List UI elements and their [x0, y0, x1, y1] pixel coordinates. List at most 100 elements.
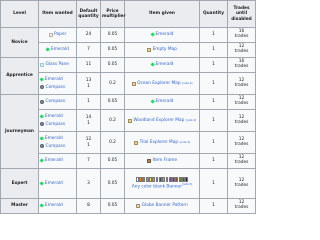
- price-multiplier-cell: 0.05: [100, 42, 125, 58]
- table-row: Emerald Compass 12 1 0.2 Trial Explorer M…: [1, 131, 256, 154]
- compass-link[interactable]: Compass: [46, 85, 66, 90]
- trades-word: trades: [234, 160, 249, 165]
- item-given-cell: Ocean Explorer Map [note 4]: [124, 72, 200, 95]
- globe-banner-pattern-link[interactable]: Globe Banner Pattern: [142, 203, 188, 208]
- emerald-link[interactable]: Emerald: [45, 181, 63, 186]
- compass-icon: [40, 122, 44, 127]
- item-wanted-cell: Emerald Compass: [38, 109, 77, 132]
- any-color-blank-banner-link[interactable]: Any color blank Banner: [132, 185, 182, 190]
- banner-icon: [185, 177, 189, 183]
- level-novice: Novice: [0, 27, 39, 58]
- emerald-link[interactable]: Emerald: [45, 114, 63, 119]
- emerald-link[interactable]: Emerald: [45, 203, 63, 208]
- ocean-explorer-map-link[interactable]: Ocean Explorer Map: [137, 81, 180, 86]
- quantity-compass: 1: [87, 120, 90, 126]
- map-icon: [147, 48, 152, 52]
- quantity-cell: 1: [199, 109, 228, 132]
- banner-icon: [142, 177, 146, 183]
- note-reference[interactable]: [note 5]: [182, 183, 192, 186]
- table-row: Expert Emerald 3 0.05 Any color blank Ba…: [0, 168, 256, 199]
- price-multiplier-cell: 0.2: [100, 131, 125, 154]
- default-quantity-cell: 12 1: [76, 131, 101, 154]
- item-given-cell: Emerald: [124, 94, 200, 110]
- default-quantity-cell: 13 1: [76, 72, 101, 95]
- item-given-cell: Empty Map: [124, 42, 200, 58]
- trades-cell: 12 trades: [227, 153, 256, 169]
- emerald-link[interactable]: Emerald: [51, 47, 69, 52]
- price-multiplier-cell: 0.05: [100, 57, 125, 73]
- header-quantity[interactable]: Quantity: [199, 0, 228, 28]
- emerald-icon: [39, 114, 45, 120]
- trades-table: Level Item wanted Default quantity Price…: [0, 0, 256, 214]
- table-row: Emerald Compass 14 1 0.2 Woodland Explore…: [1, 109, 256, 132]
- emerald-link[interactable]: Emerald: [45, 136, 63, 141]
- empty-map-link[interactable]: Empty Map: [153, 47, 177, 52]
- trades-cell: 12 trades: [227, 131, 256, 154]
- table-header-row: Level Item wanted Default quantity Price…: [0, 0, 256, 28]
- quantity-cell: 1: [199, 168, 228, 199]
- item-given-cell: Emerald: [124, 57, 200, 73]
- emerald-icon: [39, 203, 45, 209]
- emerald-link[interactable]: Emerald: [156, 99, 174, 104]
- trades-cell: 12 trades: [227, 198, 256, 214]
- quantity-compass: 1: [87, 83, 90, 89]
- banner-pattern-icon: [136, 204, 141, 208]
- trial-explorer-map-link[interactable]: Trial Explorer Map: [140, 140, 178, 145]
- table-row: Emerald 7 0.05 Empty Map 1 12 trades: [1, 42, 256, 58]
- paper-link[interactable]: Paper: [54, 32, 66, 37]
- trades-cell: 12 trades: [227, 109, 256, 132]
- quantity-cell: 1: [199, 198, 228, 214]
- item-frame-link[interactable]: Item Frame: [152, 158, 177, 163]
- trades-word: trades: [234, 182, 249, 188]
- quantity-cell: 1: [199, 57, 228, 73]
- compass-link[interactable]: Compass: [46, 99, 66, 104]
- trades-cell: 12 trades: [227, 168, 256, 199]
- price-multiplier-cell: 0.05: [100, 168, 125, 199]
- quantity-cell: 1: [199, 27, 228, 43]
- compass-link[interactable]: Compass: [46, 122, 66, 127]
- trades-word: trades: [234, 82, 249, 88]
- emerald-icon: [149, 99, 155, 105]
- header-price-multiplier[interactable]: Price multiplier: [100, 0, 126, 28]
- quantity-cell: 1: [199, 72, 228, 95]
- default-quantity-cell: 11: [76, 57, 101, 73]
- compass-link[interactable]: Compass: [46, 144, 66, 149]
- glass-pane-link[interactable]: Glass Pane: [46, 62, 69, 67]
- item-given-cell: Item Frame: [124, 153, 200, 169]
- emerald-link[interactable]: Emerald: [45, 77, 63, 82]
- compass-icon: [40, 100, 44, 104]
- quantity-cell: 1: [199, 131, 228, 154]
- emerald-icon: [149, 62, 155, 68]
- woodland-explorer-map-icon: [127, 118, 132, 123]
- price-multiplier-cell: 0.2: [100, 109, 125, 132]
- note-reference[interactable]: [note 4]: [186, 119, 196, 122]
- trades-cell: 12 trades: [227, 72, 256, 95]
- default-quantity-cell: 8: [76, 198, 101, 214]
- price-multiplier-cell: 0.05: [100, 27, 125, 43]
- emerald-icon: [39, 77, 45, 83]
- price-multiplier-cell: 0.05: [100, 198, 125, 214]
- trades-cell: 16 trades: [227, 27, 256, 43]
- header-default-quantity[interactable]: Default quantity: [76, 0, 101, 28]
- emerald-icon: [45, 47, 51, 53]
- trades-word: trades: [234, 141, 249, 147]
- header-item-wanted[interactable]: Item wanted: [38, 0, 77, 28]
- emerald-link[interactable]: Emerald: [45, 158, 63, 163]
- item-frame-icon: [146, 159, 151, 163]
- item-wanted-cell: Emerald: [38, 168, 77, 199]
- banner-icon: [175, 177, 179, 183]
- header-trades-until-disabled[interactable]: Trades until disabled: [227, 0, 256, 28]
- item-wanted-cell: Emerald Compass: [38, 72, 77, 95]
- item-wanted-cell: Emerald: [38, 42, 77, 58]
- item-wanted-cell: Emerald Compass: [38, 131, 77, 154]
- note-reference[interactable]: [note 4]: [182, 82, 192, 85]
- header-item-given[interactable]: Item given: [124, 0, 200, 28]
- woodland-explorer-map-link[interactable]: Woodland Explorer Map: [133, 118, 184, 123]
- emerald-link[interactable]: Emerald: [156, 32, 174, 37]
- glass-pane-icon: [40, 63, 44, 67]
- emerald-link[interactable]: Emerald: [156, 62, 174, 67]
- trades-cell: 12 trades: [227, 42, 256, 58]
- note-reference[interactable]: [note 4]: [180, 141, 190, 144]
- header-level[interactable]: Level: [0, 0, 39, 28]
- item-given-cell: Globe Banner Pattern: [124, 198, 200, 214]
